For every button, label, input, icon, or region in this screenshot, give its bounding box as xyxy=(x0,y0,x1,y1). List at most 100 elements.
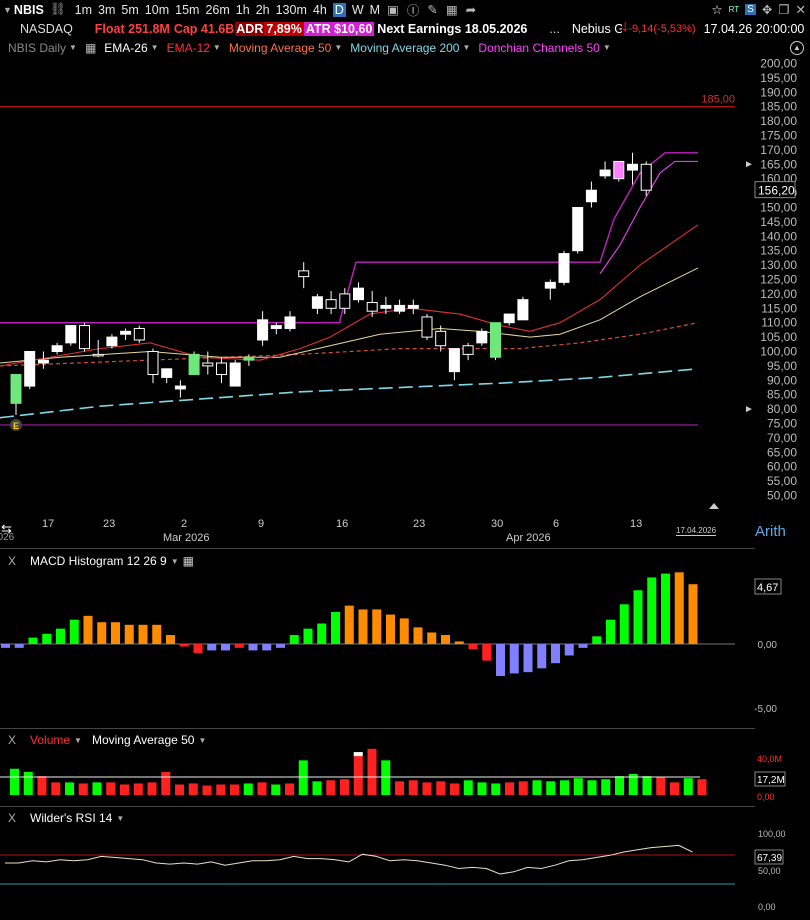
collapse-icon[interactable]: ▲ xyxy=(790,40,804,55)
star-icon[interactable]: ☆ xyxy=(711,2,722,17)
macd-histogram[interactable]: 0,00 -5,00 4,67 xyxy=(0,570,810,728)
earnings-marker-label: E xyxy=(13,421,19,431)
price-tick-label: 165,00 xyxy=(760,157,797,171)
volume-bar xyxy=(51,782,61,795)
macd-bar xyxy=(372,609,382,644)
legend-grid-icon[interactable]: ▦ xyxy=(85,41,96,55)
chevron-down-icon[interactable]: ▼ xyxy=(198,736,206,745)
symbol-label[interactable]: NBIS xyxy=(14,3,44,17)
streaming-icon[interactable]: S xyxy=(745,4,756,15)
ema12-label: EMA-12 xyxy=(166,40,210,55)
ma50-label: Moving Average 50 xyxy=(228,40,332,55)
legend-ma200[interactable]: Moving Average 200 ▼ xyxy=(350,41,470,55)
tf-15m[interactable]: 15m xyxy=(175,3,199,17)
chevron-down-icon[interactable]: ▼ xyxy=(74,736,82,745)
realtime-icon[interactable]: RT xyxy=(729,5,740,14)
volume-bar xyxy=(147,782,157,795)
close-macd-icon[interactable]: X xyxy=(8,554,16,568)
candle-body xyxy=(229,362,241,387)
candle xyxy=(284,311,296,332)
move-icon[interactable]: ✥ xyxy=(762,2,772,17)
volume-bar xyxy=(642,776,652,795)
macd-bar xyxy=(179,644,189,647)
candle-body xyxy=(407,304,419,309)
legend-ma50[interactable]: Moving Average 50 ▼ xyxy=(229,41,342,55)
top-toolbar: ▼ NBIS ⛓ 1m 3m 5m 10m 15m 26m 1h 2h 130m… xyxy=(0,0,810,19)
volume-bar xyxy=(395,781,404,795)
scale-mode-button[interactable]: Arith xyxy=(755,523,786,540)
volume-label[interactable]: Volume xyxy=(30,733,70,747)
tf-weekly[interactable]: W xyxy=(352,3,364,17)
date-axis: 17 23 2 9 16 23 30 6 13 Mar 2026 Apr 2026 17.04.202… xyxy=(0,517,810,547)
volume-bar xyxy=(491,783,501,795)
tf-1h[interactable]: 1h xyxy=(236,3,250,17)
layout-icon[interactable]: ▣ xyxy=(387,2,399,17)
tf-4h[interactable]: 4h xyxy=(313,3,327,17)
volume-bar xyxy=(10,768,19,795)
close-volume-icon[interactable]: X xyxy=(8,733,16,747)
macd-bar xyxy=(276,644,285,648)
calendar-icon[interactable]: ▦ xyxy=(446,2,458,17)
macd-bar xyxy=(592,636,602,644)
macd-label[interactable]: MACD Histogram 12 26 9 xyxy=(30,554,167,568)
macd-bar xyxy=(28,637,38,644)
volume-ma-label[interactable]: Moving Average 50 xyxy=(92,733,195,747)
candle-body xyxy=(79,325,90,350)
tf-26m[interactable]: 26m xyxy=(205,3,229,17)
candle xyxy=(216,357,227,384)
tf-130m[interactable]: 130m xyxy=(276,3,307,17)
volume-bar xyxy=(353,755,363,795)
price-tick-label: 170,00 xyxy=(760,143,797,157)
tf-daily[interactable]: D xyxy=(332,2,346,17)
legend-ema12[interactable]: EMA-12 ▼ xyxy=(167,41,221,55)
close-rsi-icon[interactable]: X xyxy=(8,811,16,825)
tf-2h[interactable]: 2h xyxy=(256,3,270,17)
candle-body xyxy=(325,299,337,309)
volume-bar xyxy=(161,771,171,795)
volume-bar xyxy=(477,782,487,795)
symbol-dropdown-icon[interactable]: ▼ xyxy=(3,5,12,15)
tf-monthly[interactable]: M xyxy=(370,3,380,17)
candle xyxy=(421,314,433,340)
share-icon[interactable]: ➦ xyxy=(466,2,476,17)
indicator-icon[interactable]: Ⓘ xyxy=(407,0,420,19)
macd-bar xyxy=(633,590,643,644)
chevron-down-icon[interactable]: ▼ xyxy=(171,557,179,566)
rsi-label[interactable]: Wilder's RSI 14 xyxy=(30,811,112,825)
chevron-down-icon[interactable]: ▼ xyxy=(116,814,124,823)
settings-grid-icon[interactable]: ▦ xyxy=(183,554,194,568)
rsi-value-label: 67,39 xyxy=(757,853,782,864)
candle-body xyxy=(394,304,406,312)
candle-body xyxy=(270,325,282,329)
pane-divider xyxy=(0,548,755,549)
close-icon[interactable]: ✕ xyxy=(796,2,806,17)
legend-donchian[interactable]: Donchian Channels 50 ▼ xyxy=(478,41,610,55)
candle-body xyxy=(65,325,77,344)
price-tick-label: 130,00 xyxy=(760,258,797,272)
chevron-down-icon: ▼ xyxy=(334,43,343,52)
macd-bar xyxy=(193,644,203,653)
tf-5m[interactable]: 5m xyxy=(121,3,138,17)
rsi-chart[interactable]: 100,00 67,39 50,00 0,00 xyxy=(0,826,810,920)
volume-bar xyxy=(463,780,473,795)
volume-chart[interactable]: 40,0M 17,2M 0,00 xyxy=(0,748,810,806)
restore-icon[interactable]: ❐ xyxy=(778,2,789,17)
tf-3m[interactable]: 3m xyxy=(98,3,115,17)
tf-1m[interactable]: 1m xyxy=(75,3,92,17)
legend-ema26[interactable]: EMA-26 ▼ xyxy=(104,41,158,55)
volume-bar xyxy=(532,780,542,795)
candle-body xyxy=(585,189,597,203)
candle-body xyxy=(92,353,104,357)
price-chart[interactable]: 200,00195,00190,00185,00180,00175,00170,… xyxy=(0,56,810,546)
tf-10m[interactable]: 10m xyxy=(145,3,169,17)
price-tick-label: 60,00 xyxy=(767,460,797,474)
scroll-arrows-icon[interactable]: ⇆ xyxy=(1,521,12,537)
legend-series[interactable]: NBIS Daily ▼ xyxy=(8,41,77,55)
link-icon[interactable]: ⛓ xyxy=(50,2,66,17)
draw-icon[interactable]: ✎ xyxy=(427,2,437,17)
volume-bar xyxy=(615,776,624,795)
pane-divider xyxy=(0,806,755,807)
volume-bar xyxy=(505,782,514,795)
macd-bar xyxy=(647,577,657,644)
price-tick-label: 190,00 xyxy=(760,85,797,99)
